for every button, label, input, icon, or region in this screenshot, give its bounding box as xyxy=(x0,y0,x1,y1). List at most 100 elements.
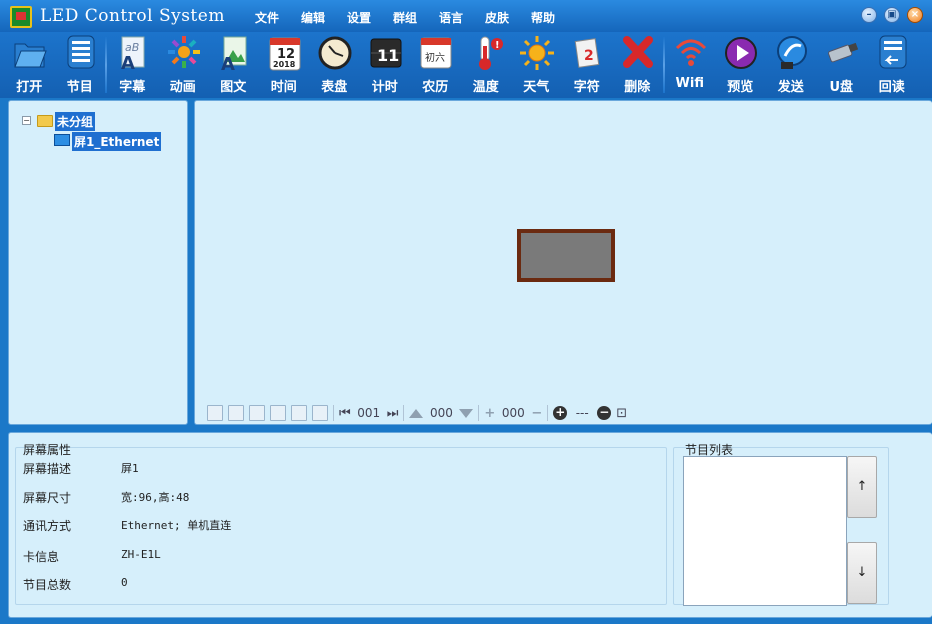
preview-icon xyxy=(725,37,757,69)
toolbar-clock-label: 表盘 xyxy=(321,80,348,95)
close-icon: × xyxy=(910,9,920,20)
toolbar-timer-label: 计时 xyxy=(371,80,398,95)
led-screen-preview[interactable] xyxy=(517,229,615,282)
animation-icon xyxy=(167,36,200,68)
app-logo-icon xyxy=(10,6,32,28)
toolbar-program-button[interactable]: 节目 xyxy=(55,32,106,98)
layout-split-vertical-icon[interactable] xyxy=(228,405,244,421)
tree-item-screen1-label: 屏1_Ethernet xyxy=(72,132,162,151)
toolbar-image-text-button[interactable]: A 图文 xyxy=(208,32,259,98)
timer-icon: 11 xyxy=(370,38,401,68)
area-index: 000 xyxy=(429,406,453,420)
property-label: 屏幕尺寸 xyxy=(23,491,72,505)
toolbar-animation-button[interactable]: 动画 xyxy=(158,32,209,98)
layout-top-icon[interactable] xyxy=(291,405,307,421)
calendar-icon: 12 2018 xyxy=(269,37,300,71)
minimize-button[interactable]: – xyxy=(861,7,877,23)
zoom-level: --- xyxy=(575,406,589,420)
next-program-icon[interactable]: ⏭ xyxy=(387,406,399,421)
layout-center-icon[interactable] xyxy=(249,405,265,421)
fit-to-window-icon[interactable]: ⊡ xyxy=(616,406,627,421)
zoom-in-icon[interactable]: + xyxy=(553,406,568,420)
toolbar-preview-label: 预览 xyxy=(727,80,754,95)
folder-icon xyxy=(37,115,53,127)
thermometer-icon: ! xyxy=(478,36,503,70)
image-text-icon: A xyxy=(221,36,247,72)
toolbar-time-button[interactable]: 12 2018 时间 xyxy=(259,32,310,98)
add-item-icon[interactable]: + xyxy=(484,406,495,421)
tree-group-ungrouped[interactable]: 未分组 xyxy=(55,112,96,131)
menu-group[interactable]: 群组 xyxy=(393,9,439,26)
first-program-icon[interactable]: ⏮ xyxy=(339,406,351,421)
remove-item-icon[interactable]: − xyxy=(531,406,542,421)
toolbar-time-label: 时间 xyxy=(270,80,297,95)
move-program-up-button[interactable]: ↑ xyxy=(847,456,877,518)
toolbar-send-button[interactable]: 发送 xyxy=(766,32,817,98)
toolbar-weather-button[interactable]: 天气 xyxy=(511,32,562,98)
layout-bottom-icon[interactable] xyxy=(312,405,328,421)
canvas-toolbar-separator xyxy=(403,405,405,421)
toolbar-character-button[interactable]: 2 字符 xyxy=(562,32,613,98)
toolbar-timer-button[interactable]: 11 计时 xyxy=(360,32,411,98)
toolbar-lunar-label: 农历 xyxy=(422,80,449,95)
toolbar-usb-label: U盘 xyxy=(829,80,854,95)
lunar-text: 初六 xyxy=(425,51,445,64)
toolbar-subtitle-button[interactable]: aB A 字幕 xyxy=(107,32,158,98)
canvas-toolbar: ⏮ 001 ⏭ 000 + 000 − + --- − ⊡ xyxy=(207,403,627,423)
layout-fill-icon[interactable] xyxy=(270,405,286,421)
move-program-down-button[interactable]: ↓ xyxy=(847,542,877,604)
toolbar-readback-label: 回读 xyxy=(878,80,905,95)
program-icon xyxy=(67,35,94,69)
lunar-calendar-icon: 初六 xyxy=(420,37,452,69)
property-value: Ethernet; 单机直连 xyxy=(121,519,232,532)
canvas-toolbar-separator xyxy=(333,405,334,421)
property-label: 卡信息 xyxy=(23,550,60,564)
program-index: 001 xyxy=(357,406,381,420)
toolbar-open-button[interactable]: 打开 xyxy=(4,32,55,98)
menu-bar: 文件 编辑 设置 群组 语言 皮肤 帮助 xyxy=(255,9,577,26)
sun-icon xyxy=(520,36,554,70)
toolbar-delete-button[interactable]: 删除 xyxy=(612,32,663,98)
toolbar-character-label: 字符 xyxy=(573,80,600,95)
menu-skin[interactable]: 皮肤 xyxy=(485,9,531,26)
menu-language[interactable]: 语言 xyxy=(439,9,485,26)
program-list[interactable] xyxy=(683,456,847,606)
layout-split-horizontal-icon[interactable] xyxy=(207,405,223,421)
svg-text:A: A xyxy=(121,53,135,72)
screen-tree-panel: − 未分组 屏1_Ethernet xyxy=(8,100,188,425)
toolbar-readback-button[interactable]: 回读 xyxy=(867,32,918,98)
maximize-icon: ▣ xyxy=(887,9,897,20)
timer-digits-text: 11 xyxy=(377,46,399,65)
move-up-icon[interactable] xyxy=(409,408,424,418)
toolbar-open-label: 打开 xyxy=(16,80,43,95)
property-value: 0 xyxy=(121,576,128,589)
zoom-out-icon[interactable]: − xyxy=(597,406,612,420)
open-folder-icon xyxy=(14,43,47,68)
app-title: LED Control System xyxy=(40,6,225,26)
property-label: 节目总数 xyxy=(23,578,72,592)
move-down-icon[interactable] xyxy=(459,408,474,418)
toolbar-delete-label: 删除 xyxy=(624,80,651,95)
toolbar-wifi-button[interactable]: Wifi xyxy=(665,32,716,98)
toolbar-temperature-label: 温度 xyxy=(472,80,499,95)
toolbar-preview-button[interactable]: 预览 xyxy=(715,32,766,98)
menu-edit[interactable]: 编辑 xyxy=(301,9,347,26)
svg-text:!: ! xyxy=(495,40,500,51)
subtitle-icon: aB A xyxy=(121,36,145,72)
toolbar-clock-button[interactable]: 表盘 xyxy=(309,32,360,98)
toolbar-temperature-button[interactable]: ! 温度 xyxy=(461,32,512,98)
toolbar-lunar-button[interactable]: 初六 农历 xyxy=(410,32,461,98)
toolbar-send-label: 发送 xyxy=(777,80,804,95)
tree-collapse-toggle[interactable]: − xyxy=(22,116,31,125)
menu-settings[interactable]: 设置 xyxy=(347,9,393,26)
usb-icon xyxy=(828,42,859,63)
editor-canvas-panel: ⏮ 001 ⏭ 000 + 000 − + --- − ⊡ xyxy=(194,100,932,425)
maximize-button[interactable]: ▣ xyxy=(884,7,900,23)
svg-text:2: 2 xyxy=(584,48,594,64)
clock-icon xyxy=(318,36,352,70)
main-toolbar: 打开 节目 aB A 字幕 动画 A 图文 12 2018 时间 表盘 11 计… xyxy=(0,32,932,98)
close-button[interactable]: × xyxy=(907,7,923,23)
menu-file[interactable]: 文件 xyxy=(255,9,301,26)
toolbar-usb-button[interactable]: U盘 xyxy=(816,32,867,98)
menu-help[interactable]: 帮助 xyxy=(531,9,577,26)
